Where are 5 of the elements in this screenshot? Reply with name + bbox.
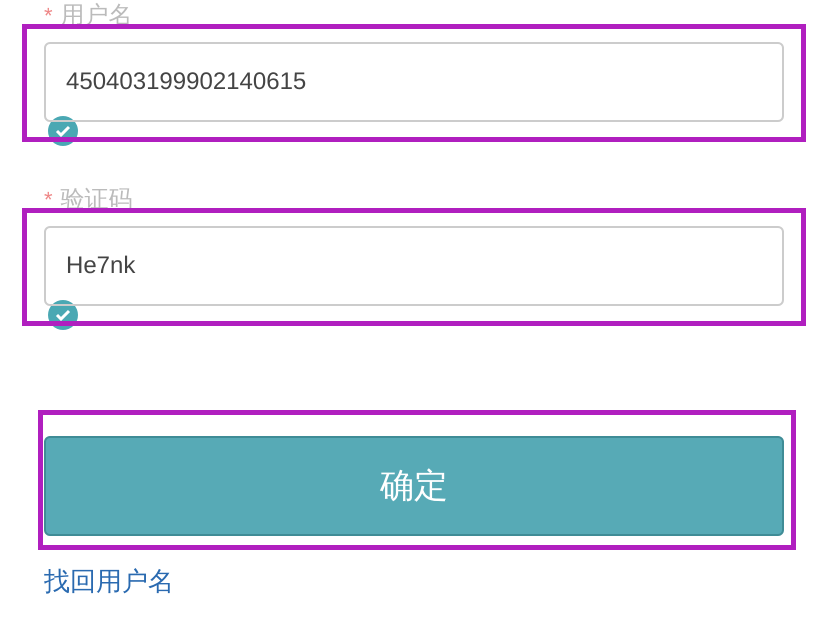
required-mark: * <box>44 5 53 27</box>
input-field[interactable]: 450403199902140615 <box>44 42 784 122</box>
required-mark: * <box>44 189 53 211</box>
input-field[interactable]: He7nk <box>44 226 784 306</box>
recover-username-link[interactable]: 找回用户名 <box>44 562 174 601</box>
